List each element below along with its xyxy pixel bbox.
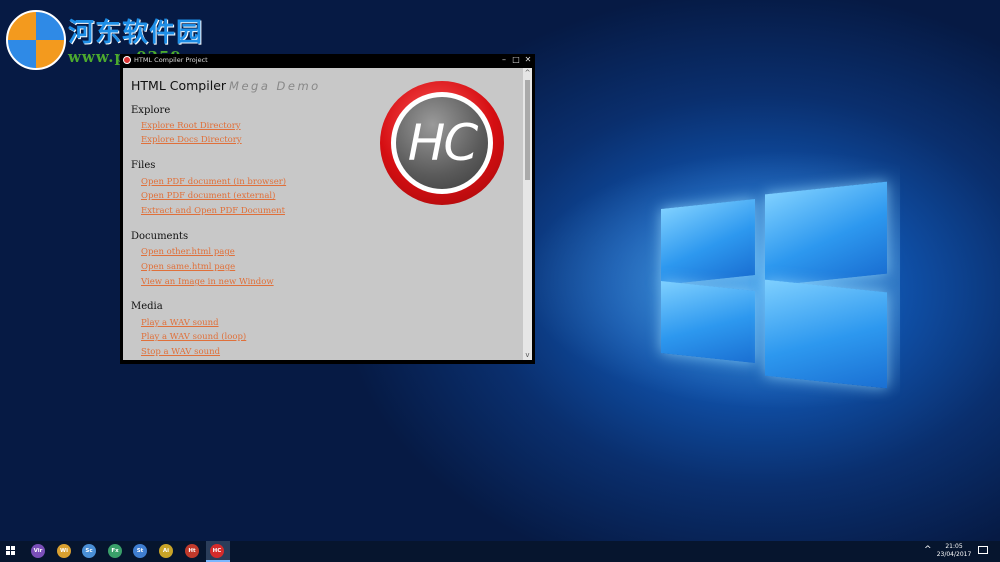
page-title-subtitle: Mega Demo <box>229 79 321 93</box>
clock-date: 23/04/2017 <box>936 551 972 558</box>
link-open-pdf-external[interactable]: Open PDF document (external) <box>141 191 275 201</box>
windows-logo-pane-tl <box>661 199 755 285</box>
link-stop-wav[interactable]: Stop a WAV sound <box>141 347 220 357</box>
scroll-down-icon[interactable]: v <box>523 350 532 360</box>
link-explore-root[interactable]: Explore Root Directory <box>141 121 241 131</box>
link-open-pdf-browser[interactable]: Open PDF document (in browser) <box>141 177 286 187</box>
watermark-title: 河东软件园 <box>68 18 204 48</box>
clock-time: 21:05 <box>945 543 963 550</box>
link-view-image[interactable]: View an Image in new Window <box>141 277 274 287</box>
link-play-wav[interactable]: Play a WAV sound <box>141 318 219 328</box>
link-open-other-html[interactable]: Open other.html page <box>141 247 235 257</box>
minimize-button[interactable]: – <box>498 54 510 66</box>
windows-logo-pane-br <box>765 279 887 389</box>
page-title-main: HTML Compiler <box>131 78 227 93</box>
tray-overflow-icon[interactable]: ^ <box>924 545 932 555</box>
section-title-documents: Documents <box>131 231 189 242</box>
taskbar-app-8-icon[interactable]: HC <box>210 544 224 558</box>
section-title-explore: Explore <box>131 105 171 116</box>
taskbar-app-1-icon[interactable]: Vir <box>31 544 45 558</box>
app-window: HTML Compiler Project – □ ✕ HTML Compile… <box>120 54 535 364</box>
window-title: HTML Compiler Project <box>134 56 208 64</box>
scroll-up-icon[interactable]: ^ <box>523 68 532 78</box>
windows-logo-pane-tr <box>765 181 887 287</box>
section-title-media: Media <box>131 301 163 312</box>
close-button[interactable]: ✕ <box>522 54 534 66</box>
link-extract-pdf[interactable]: Extract and Open PDF Document <box>141 206 285 216</box>
windows-logo-pane-bl <box>661 281 755 363</box>
app-icon <box>123 56 131 64</box>
taskbar-app-4-icon[interactable]: Fx <box>108 544 122 558</box>
hc-logo: HC <box>380 81 504 205</box>
taskbar-app-7-icon[interactable]: Ht <box>185 544 199 558</box>
section-title-files: Files <box>131 160 156 171</box>
maximize-button[interactable]: □ <box>510 54 522 66</box>
taskbar-app-5-icon[interactable]: St <box>133 544 147 558</box>
taskbar-clock[interactable]: 21:05 23/04/2017 <box>936 543 972 559</box>
page-title: HTML Compiler Mega Demo <box>131 78 321 93</box>
link-open-same-html[interactable]: Open same.html page <box>141 262 235 272</box>
hc-logo-text: HC <box>407 114 479 172</box>
window-titlebar[interactable]: HTML Compiler Project – □ ✕ <box>120 54 535 66</box>
action-center-icon[interactable] <box>978 546 988 554</box>
watermark-logo-icon <box>6 10 66 70</box>
window-content: HTML Compiler Mega Demo HC Explore Explor… <box>123 68 532 360</box>
scroll-thumb[interactable] <box>525 80 530 180</box>
link-explore-docs[interactable]: Explore Docs Directory <box>141 135 242 145</box>
vertical-scrollbar[interactable]: ^ v <box>523 68 532 360</box>
taskbar-app-2-icon[interactable]: Wi <box>57 544 71 558</box>
link-play-wav-loop[interactable]: Play a WAV sound (loop) <box>141 332 246 342</box>
taskbar-app-3-icon[interactable]: Sc <box>82 544 96 558</box>
taskbar: Vir Wi Sc Fx St Ai Ht HC ^ 21:05 23/04/2017 <box>0 541 1000 562</box>
taskbar-app-6-icon[interactable]: Ai <box>159 544 173 558</box>
start-button[interactable] <box>6 546 16 556</box>
